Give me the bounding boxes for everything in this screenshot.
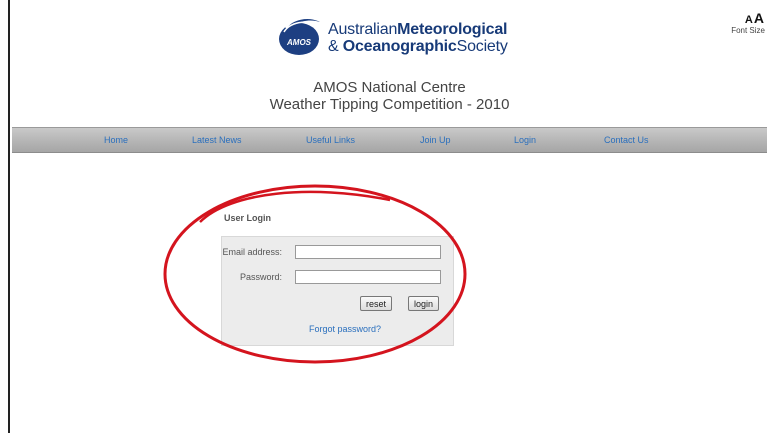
password-field[interactable] [295, 270, 441, 284]
logo-line-2: & OceanographicSociety [328, 38, 508, 55]
page-subtitle: Weather Tipping Competition - 2010 [269, 96, 510, 113]
nav-home[interactable]: Home [104, 135, 128, 145]
font-size-icons: AA [717, 10, 765, 26]
nav-useful-links[interactable]: Useful Links [306, 135, 355, 145]
login-form: Email address: Password: reset login For… [221, 236, 454, 346]
site-logo[interactable]: AMOS AustralianMeteorological & Oceanogr… [272, 12, 508, 58]
font-size-control: AA Font Size [717, 10, 765, 35]
nav-contact-us[interactable]: Contact Us [604, 135, 649, 145]
reset-button[interactable]: reset [360, 296, 393, 311]
forgot-password-link[interactable]: Forgot password? [309, 324, 381, 334]
logo-line-2-light-a: & [328, 38, 343, 55]
logo-line-2-light-b: Society [456, 38, 508, 55]
logo-line-1-light: Australian [328, 21, 398, 38]
logo-line-2-bold: Oceanographic [342, 38, 457, 55]
increase-font-size-icon[interactable]: A [754, 10, 765, 26]
nav-latest-news[interactable]: Latest News [192, 135, 242, 145]
email-label: Email address: [222, 247, 282, 257]
nav-login[interactable]: Login [514, 135, 536, 145]
amos-logo-emblem-icon: AMOS [279, 17, 320, 55]
logo-line-1: AustralianMeteorological [328, 21, 507, 38]
logo-emblem-text: AMOS [286, 38, 312, 47]
page-frame: AMOS AustralianMeteorological & Oceanogr… [8, 0, 767, 433]
main-nav-bar: Home Latest News Useful Links Join Up Lo… [12, 127, 767, 153]
login-heading: User Login [224, 213, 272, 223]
login-button[interactable]: login [408, 296, 440, 311]
page-title: AMOS National Centre [313, 79, 466, 96]
email-field[interactable] [295, 245, 441, 259]
decrease-font-size-icon[interactable]: A [745, 14, 754, 26]
password-label: Password: [239, 272, 282, 282]
nav-join-up[interactable]: Join Up [420, 135, 451, 145]
logo-line-1-bold: Meteorological [397, 21, 508, 38]
font-size-label: Font Size [731, 26, 765, 35]
